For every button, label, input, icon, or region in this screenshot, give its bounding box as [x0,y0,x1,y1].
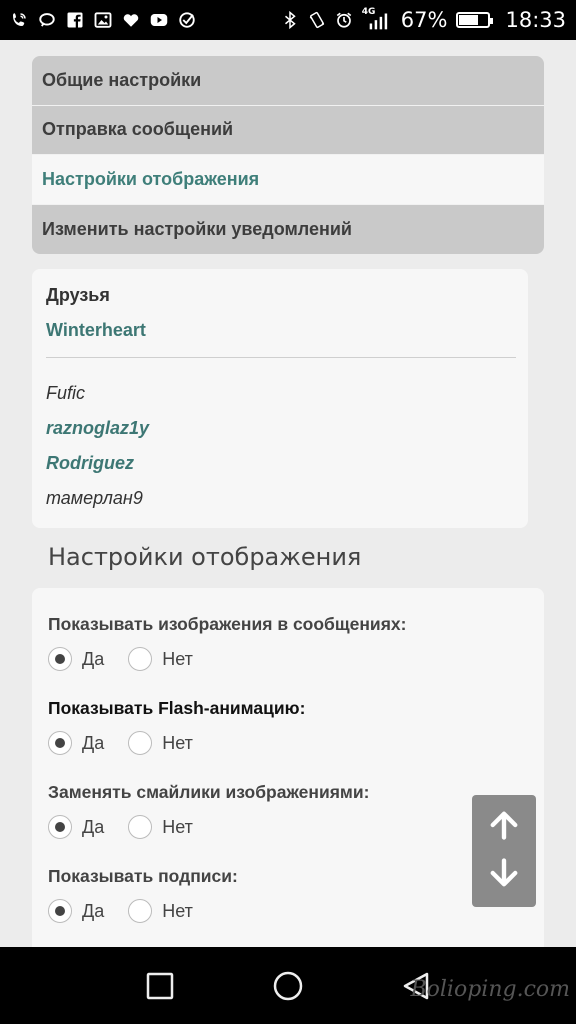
youtube-icon [150,11,168,29]
battery-fill [459,15,479,25]
facebook-icon [66,11,84,29]
radio-no-label: Нет [162,648,193,669]
status-bar-right: 4G 67% 18:33 [281,7,566,32]
friends-card: Друзья Winterheart Fufic raznoglaz1y Rod… [32,269,528,528]
alarm-icon [335,11,353,29]
option-label-smilies: Заменять смайлики изображениями: [48,782,370,802]
option-radio-group-images: Да Нет [48,647,528,671]
menu-item-notifications[interactable]: Изменить настройки уведомлений [32,204,544,254]
check-circle-icon [178,11,196,29]
battery-percent: 67% [400,8,448,32]
option-label-flash: Показывать Flash-анимацию: [48,698,306,718]
friend-link[interactable]: тамерлан9 [46,481,514,516]
radio-no-label: Нет [162,732,193,753]
friend-link[interactable]: Rodriguez [46,446,514,481]
radio-no-signatures[interactable] [128,899,153,923]
radio-yes-label: Да [82,648,105,669]
radio-yes-images[interactable] [48,647,72,671]
radio-no-smilies[interactable] [128,815,153,839]
option-radio-group-signatures: Да Нет [48,899,528,923]
status-bar: 4G 67% 18:33 [0,0,576,40]
option-label-signatures: Показывать подписи: [48,866,238,886]
radio-yes-label: Да [82,732,105,753]
section-title: Настройки отображения [48,543,362,571]
radio-yes-smilies[interactable] [48,815,72,839]
radio-no-label: Нет [162,816,193,837]
status-bar-left-icons [10,11,196,29]
navigation-bar: Bolioping.com [0,947,576,1024]
radio-yes-flash[interactable] [48,731,72,755]
page-content: Общие настройки Отправка сообщений Настр… [16,40,560,947]
scroll-control [472,795,536,907]
option-label-images: Показывать изображения в сообщениях: [48,614,407,634]
menu-item-display[interactable]: Настройки отображения [32,155,544,205]
home-circle-icon[interactable] [271,969,305,1003]
menu-item-messaging[interactable]: Отправка сообщений [32,105,544,155]
friend-link-main[interactable]: Winterheart [46,320,514,341]
radio-no-flash[interactable] [128,731,153,755]
bluetooth-icon [281,10,299,30]
vibrate-icon [308,11,326,29]
display-settings-card: Показывать изображения в сообщениях: Да … [32,588,544,947]
radio-yes-signatures[interactable] [48,899,72,923]
recents-square-icon[interactable] [143,969,177,1003]
radio-yes-label: Да [82,816,105,837]
radio-no-images[interactable] [128,647,153,671]
radio-no-label: Нет [162,900,193,921]
image-icon [94,11,112,29]
heart-icon [122,11,140,29]
option-radio-group-flash: Да Нет [48,731,528,755]
friend-link[interactable]: raznoglaz1y [46,411,514,446]
chat-bubble-icon [38,11,56,29]
friends-title: Друзья [46,285,110,305]
menu-item-general[interactable]: Общие настройки [32,56,544,106]
watermark: Bolioping.com [410,977,570,1002]
clock: 18:33 [505,8,566,32]
friend-link[interactable]: Fufic [46,376,514,411]
phone-wifi-icon [10,11,28,29]
settings-menu: Общие настройки Отправка сообщений Настр… [32,56,544,254]
option-radio-group-smilies: Да Нет [48,815,528,839]
radio-yes-label: Да [82,900,105,921]
scroll-up-icon[interactable] [489,810,519,845]
signal-icon: 4G [362,7,392,30]
battery-icon [456,12,494,28]
scroll-down-icon[interactable] [489,857,519,893]
divider [46,357,516,358]
